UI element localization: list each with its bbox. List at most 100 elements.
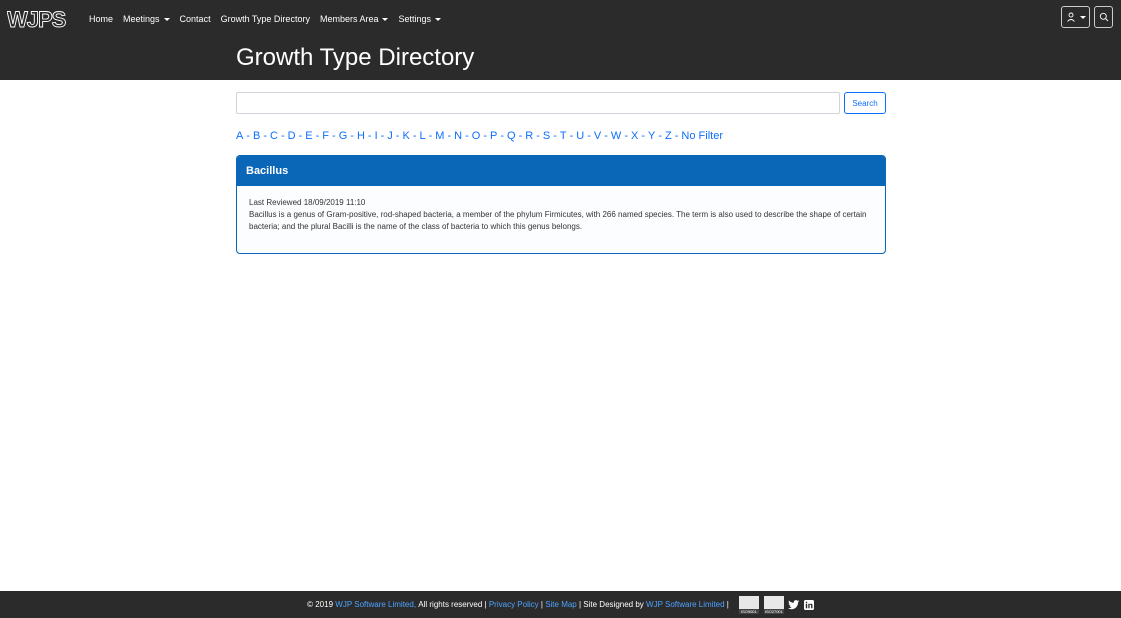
- alphabet-separator: -: [536, 130, 540, 142]
- chevron-down-icon: [435, 17, 442, 21]
- alphabet-separator: -: [658, 130, 663, 142]
- growth-type-card: Bacillus Last Reviewed 18/09/2019 11:10 …: [236, 155, 886, 254]
- alphabet-link-j[interactable]: J: [387, 130, 393, 142]
- nav-item-settings[interactable]: Settings: [398, 14, 442, 24]
- alphabet-link-s[interactable]: S: [543, 130, 550, 142]
- alphabet-link-no-filter[interactable]: No Filter: [681, 130, 723, 142]
- alphabet-separator: -: [395, 130, 400, 142]
- alphabet-separator: -: [587, 130, 591, 142]
- alphabet-link-x[interactable]: X: [631, 130, 638, 142]
- designer-link[interactable]: WJP Software Limited: [646, 600, 725, 609]
- alphabet-separator: -: [604, 130, 608, 142]
- site-map-link[interactable]: Site Map: [545, 600, 577, 609]
- alphabet-separator: -: [674, 130, 679, 142]
- alphabet-separator: -: [380, 130, 385, 142]
- alphabet-link-b[interactable]: B: [253, 130, 260, 142]
- alphabet-link-n[interactable]: N: [454, 130, 462, 142]
- chevron-down-icon: [163, 17, 170, 21]
- alphabet-link-y[interactable]: Y: [648, 130, 655, 142]
- alphabet-link-i[interactable]: I: [375, 130, 378, 142]
- alphabet-link-d[interactable]: D: [288, 130, 296, 142]
- linkedin-icon[interactable]: [803, 599, 814, 610]
- alphabet-separator: -: [350, 130, 354, 142]
- alphabet-link-z[interactable]: Z: [665, 130, 672, 142]
- alphabet-separator: -: [465, 130, 469, 142]
- footer-separator: |: [540, 600, 543, 609]
- card-title[interactable]: Bacillus: [237, 156, 885, 186]
- nav-item-label: Contact: [179, 14, 211, 24]
- alphabet-link-v[interactable]: V: [594, 130, 601, 142]
- alphabet-separator: -: [315, 130, 320, 142]
- alphabet-separator: -: [280, 130, 285, 142]
- alphabet-separator: -: [298, 130, 303, 142]
- nav-item-home[interactable]: Home: [89, 14, 113, 24]
- footer-separator-2: |: [726, 600, 729, 609]
- alphabet-separator: -: [246, 130, 251, 142]
- privacy-policy-link[interactable]: Privacy Policy: [489, 600, 539, 609]
- alphabet-link-t[interactable]: T: [560, 130, 567, 142]
- alphabet-link-u[interactable]: U: [576, 130, 584, 142]
- card-description: Bacillus is a genus of Gram-positive, ro…: [249, 210, 867, 231]
- card-body: Last Reviewed 18/09/2019 11:10 Bacillus …: [237, 186, 885, 233]
- alphabet-link-g[interactable]: G: [339, 130, 348, 142]
- footer-rights: All rights reserved |: [418, 600, 487, 609]
- nav-item-label: Members Area: [319, 14, 379, 24]
- alphabet-link-m[interactable]: M: [435, 130, 444, 142]
- alphabet-link-c[interactable]: C: [270, 130, 278, 142]
- alphabet-separator: -: [447, 130, 452, 142]
- alphabet-separator: -: [553, 130, 557, 142]
- nav-item-contact[interactable]: Contact: [180, 14, 211, 24]
- alphabet-separator: -: [641, 130, 645, 142]
- top-navbar: WJPS Home Meetings Contact Growth Type Dire…: [0, 0, 1121, 38]
- certification-badges: ISO9001 ISO27001: [738, 595, 784, 614]
- alphabet-link-e[interactable]: E: [305, 130, 312, 142]
- alphabet-separator: -: [412, 130, 417, 142]
- search-button[interactable]: Search: [844, 92, 886, 114]
- alphabet-separator: -: [428, 130, 433, 142]
- alphabet-separator: -: [263, 130, 268, 142]
- iso9001-badge: ISO9001: [738, 595, 759, 614]
- search-input[interactable]: [236, 92, 840, 114]
- twitter-icon[interactable]: [787, 599, 800, 610]
- alphabet-link-f[interactable]: F: [322, 130, 329, 142]
- social-links: [787, 599, 814, 610]
- footer-designed-by: | Site Designed by: [579, 600, 644, 609]
- alphabet-link-r[interactable]: R: [525, 130, 533, 142]
- nav-right-controls: [1061, 6, 1113, 28]
- search-icon: [1099, 12, 1108, 22]
- nav-item-growth-type-directory[interactable]: Growth Type Directory: [221, 14, 310, 24]
- alphabet-link-l[interactable]: L: [419, 130, 425, 142]
- alphabet-separator: -: [483, 130, 487, 142]
- last-reviewed: Last Reviewed 18/09/2019 11:10: [249, 198, 366, 207]
- alphabet-link-o[interactable]: O: [472, 130, 481, 142]
- alphabet-separator: -: [569, 130, 574, 142]
- alphabet-link-k[interactable]: K: [402, 130, 409, 142]
- chevron-down-icon: [1079, 15, 1086, 19]
- footer-company-link[interactable]: WJP Software Limited,: [335, 600, 416, 609]
- footer-copyright: © 2019: [307, 600, 334, 609]
- nav-search-button[interactable]: [1094, 6, 1113, 28]
- alphabet-filter: A-B-C-D-E-F-G-H-I-J-K-L-M-N-O-P-Q-R-S-T-…: [236, 130, 723, 142]
- nav-item-meetings[interactable]: Meetings: [123, 14, 170, 24]
- chevron-down-icon: [382, 17, 389, 21]
- nav-item-label: Settings: [398, 14, 432, 24]
- alphabet-link-a[interactable]: A: [236, 130, 243, 142]
- alphabet-link-q[interactable]: Q: [507, 130, 516, 142]
- alphabet-separator: -: [367, 130, 372, 142]
- nav-item-members-area[interactable]: Members Area: [320, 14, 389, 24]
- nav-item-label: Growth Type Directory: [220, 14, 310, 24]
- alphabet-link-p[interactable]: P: [490, 130, 497, 142]
- site-logo[interactable]: WJPS: [7, 5, 73, 33]
- alphabet-separator: -: [500, 130, 504, 142]
- wjps-logo-icon: WJPS: [7, 7, 67, 31]
- alphabet-link-h[interactable]: H: [357, 130, 365, 142]
- footer: © 2019 WJP Software Limited, All rights …: [0, 591, 1121, 618]
- page-title: Growth Type Directory: [236, 44, 475, 71]
- nav-links: Home Meetings Contact Growth Type Directory…: [89, 14, 451, 24]
- nav-item-label: Meetings: [123, 14, 160, 24]
- alphabet-link-w[interactable]: W: [611, 130, 621, 142]
- search-bar: Search: [236, 92, 886, 114]
- alphabet-separator: -: [332, 130, 336, 142]
- user-menu-button[interactable]: [1061, 6, 1090, 28]
- alphabet-separator: -: [518, 130, 523, 142]
